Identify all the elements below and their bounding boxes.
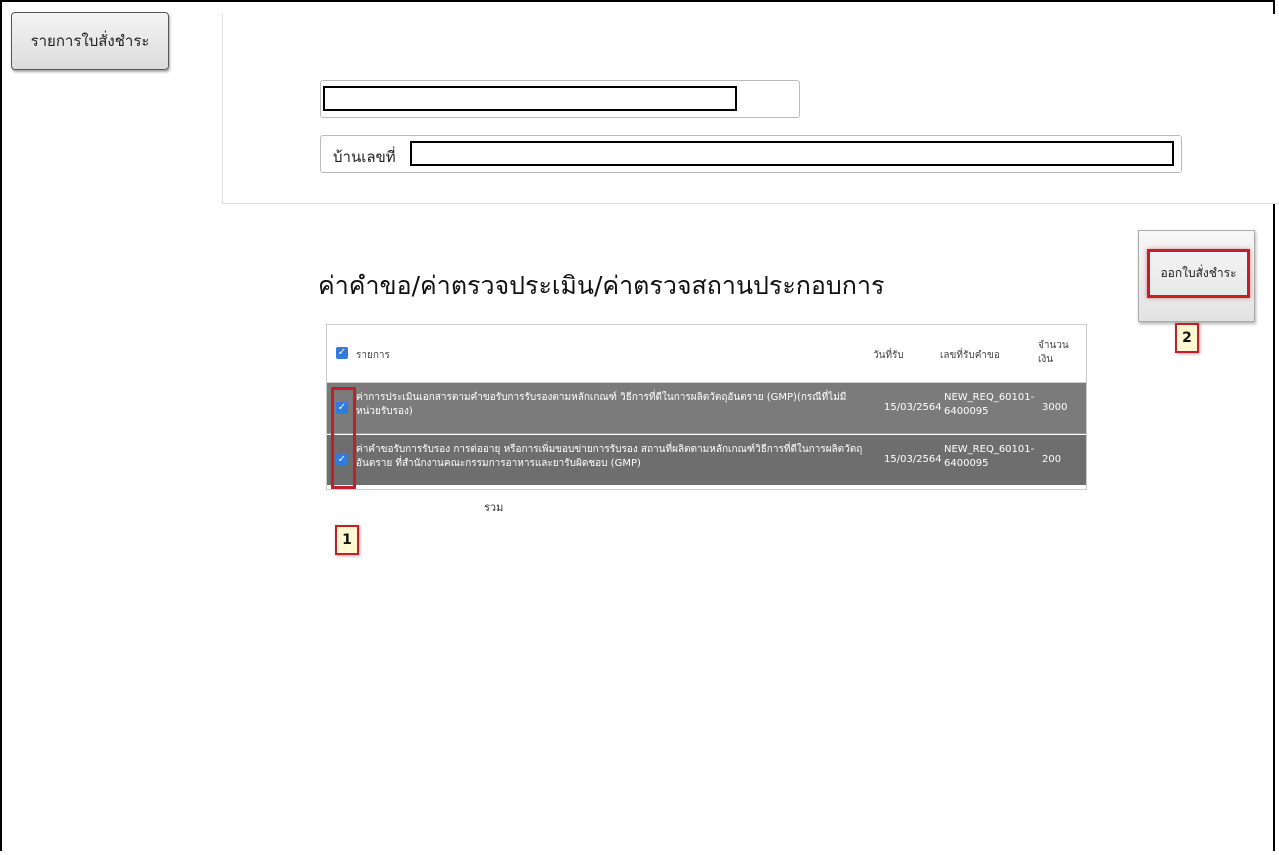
row-date: 15/03/2564 [884, 402, 942, 413]
checkbox-highlight [331, 387, 356, 489]
payment-orders-menu-button[interactable]: รายการใบสั่งชำระ [11, 12, 169, 70]
row-date: 15/03/2564 [884, 454, 942, 465]
address-label: บ้านเลขที่ [333, 148, 396, 166]
redacted-address [410, 141, 1174, 166]
callout-1: 1 [335, 525, 359, 555]
callout-2: 2 [1175, 323, 1199, 353]
table-row: ✓ ค่าคำขอรับการรับรอง การต่ออายุ หรือการ… [327, 435, 1086, 485]
table-row: ✓ ค่าการประเมินเอกสารตามคำขอรับการรับรอง… [327, 383, 1086, 434]
issue-payment-order-label[interactable]: ออกใบสั่งชำระ [1147, 249, 1250, 298]
total-label: รวม [484, 501, 504, 514]
column-amount: จำนวนเงิน [1038, 340, 1069, 365]
column-item: รายการ [356, 350, 390, 361]
table-header: ✓ รายการ วันที่รับ เลขที่รับคำขอ จำนวนเง… [327, 325, 1086, 383]
row-item: ค่าคำขอรับการรับรอง การต่ออายุ หรือการเพ… [356, 444, 863, 469]
redacted-name [323, 86, 737, 111]
row-request-no: NEW_REQ_60101-6400095 [944, 392, 1035, 417]
row-amount: 200 [1042, 454, 1062, 465]
row-amount: 3000 [1042, 402, 1068, 413]
section-title: ค่าคำขอ/ค่าตรวจประเมิน/ค่าตรวจสถานประกอบ… [318, 271, 885, 300]
column-request-no: เลขที่รับคำขอ [940, 350, 1000, 361]
select-all-checkbox[interactable]: ✓ [336, 347, 348, 359]
column-date: วันที่รับ [873, 350, 904, 361]
fees-table: ✓ รายการ วันที่รับ เลขที่รับคำขอ จำนวนเง… [326, 324, 1087, 490]
row-request-no: NEW_REQ_60101-6400095 [944, 444, 1035, 469]
row-item: ค่าการประเมินเอกสารตามคำขอรับการรับรองตา… [356, 392, 847, 417]
